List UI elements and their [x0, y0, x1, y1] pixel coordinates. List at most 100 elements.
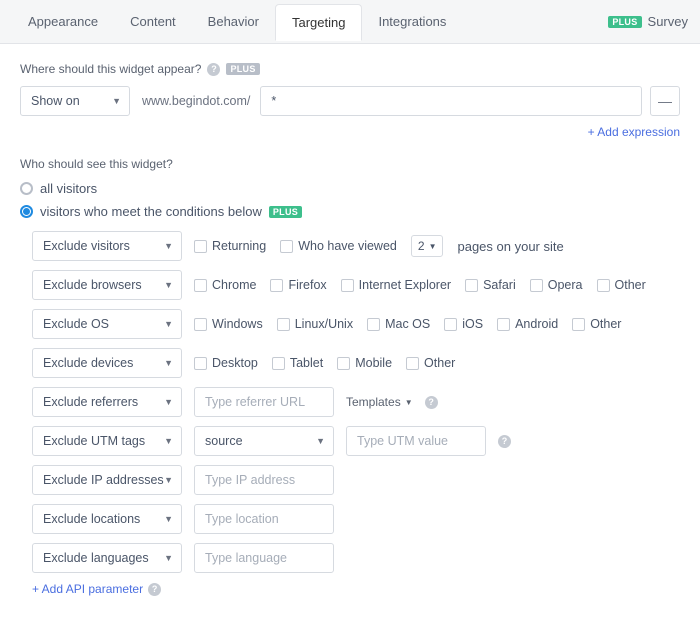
select-value: Exclude languages [43, 551, 149, 565]
check-label: Android [515, 317, 558, 331]
checkbox-icon [341, 279, 354, 292]
checkbox-icon [367, 318, 380, 331]
check-label: Internet Explorer [359, 278, 451, 292]
devices-checks: Desktop Tablet Mobile Other [194, 356, 455, 370]
radio-label: visitors who meet the conditions below [40, 204, 262, 219]
location-input[interactable] [194, 504, 334, 534]
check-desktop[interactable]: Desktop [194, 356, 258, 370]
chevron-down-icon: ▼ [164, 436, 173, 446]
tab-behavior[interactable]: Behavior [192, 4, 275, 39]
tab-targeting[interactable]: Targeting [275, 4, 362, 41]
check-windows[interactable]: Windows [194, 317, 263, 331]
check-label: Mobile [355, 356, 392, 370]
check-label: Desktop [212, 356, 258, 370]
utm-value-input[interactable] [346, 426, 486, 456]
add-api-parameter-link[interactable]: + Add API parameter [32, 582, 143, 596]
check-other[interactable]: Other [406, 356, 455, 370]
add-expression-link[interactable]: + Add expression [588, 125, 680, 139]
language-input[interactable] [194, 543, 334, 573]
languages-select[interactable]: Exclude languages▼ [32, 543, 182, 573]
help-icon[interactable]: ? [498, 435, 511, 448]
chevron-down-icon: ▼ [164, 241, 173, 251]
chevron-down-icon: ▼ [112, 96, 121, 106]
who-label: Who should see this widget? [20, 157, 680, 171]
checkbox-icon [194, 357, 207, 370]
show-on-select[interactable]: Show on ▼ [20, 86, 130, 116]
checkbox-icon [406, 357, 419, 370]
check-mobile[interactable]: Mobile [337, 356, 392, 370]
referrer-input[interactable] [194, 387, 334, 417]
tail-text: pages on your site [457, 239, 563, 254]
show-on-value: Show on [31, 94, 80, 108]
select-value: 2 [418, 239, 425, 253]
visitors-select[interactable]: Exclude visitors▼ [32, 231, 182, 261]
select-value: Exclude OS [43, 317, 109, 331]
check-label: Mac OS [385, 317, 430, 331]
page-count-select[interactable]: 2▼ [411, 235, 444, 257]
check-who-viewed[interactable]: Who have viewed [280, 239, 397, 253]
checkbox-icon [272, 357, 285, 370]
chevron-down-icon: ▼ [429, 242, 437, 251]
checkbox-icon [194, 279, 207, 292]
help-icon[interactable]: ? [207, 63, 220, 76]
check-tablet[interactable]: Tablet [272, 356, 323, 370]
checkbox-icon [270, 279, 283, 292]
check-other[interactable]: Other [572, 317, 621, 331]
tab-content[interactable]: Content [114, 4, 192, 39]
select-value: source [205, 434, 243, 448]
where-text: Where should this widget appear? [20, 62, 201, 76]
check-returning[interactable]: Returning [194, 239, 266, 253]
ip-input[interactable] [194, 465, 334, 495]
browsers-checks: Chrome Firefox Internet Explorer Safari … [194, 278, 646, 292]
where-label: Where should this widget appear? ? PLUS [20, 62, 680, 76]
check-firefox[interactable]: Firefox [270, 278, 326, 292]
url-prefix: www.begindot.com/ [138, 94, 252, 108]
ip-select[interactable]: Exclude IP addresses▼ [32, 465, 182, 495]
locations-select[interactable]: Exclude locations▼ [32, 504, 182, 534]
check-linux[interactable]: Linux/Unix [277, 317, 353, 331]
remove-expression-button[interactable]: — [650, 86, 680, 116]
check-chrome[interactable]: Chrome [194, 278, 256, 292]
check-label: Other [615, 278, 646, 292]
devices-select[interactable]: Exclude devices▼ [32, 348, 182, 378]
radio-conditional[interactable]: visitors who meet the conditions below P… [20, 204, 680, 219]
check-opera[interactable]: Opera [530, 278, 583, 292]
check-safari[interactable]: Safari [465, 278, 516, 292]
tab-appearance[interactable]: Appearance [12, 4, 114, 39]
checkbox-icon [277, 318, 290, 331]
check-label: Other [590, 317, 621, 331]
browsers-select[interactable]: Exclude browsers▼ [32, 270, 182, 300]
tab-integrations[interactable]: Integrations [362, 4, 462, 39]
survey-label: Survey [648, 14, 688, 29]
check-android[interactable]: Android [497, 317, 558, 331]
help-icon[interactable]: ? [148, 583, 161, 596]
checkbox-icon [337, 357, 350, 370]
chevron-down-icon: ▼ [164, 319, 173, 329]
check-label: Safari [483, 278, 516, 292]
utm-source-select[interactable]: source▼ [194, 426, 334, 456]
check-ios[interactable]: iOS [444, 317, 483, 331]
radio-all-visitors[interactable]: all visitors [20, 181, 680, 196]
check-ie[interactable]: Internet Explorer [341, 278, 451, 292]
check-label: Chrome [212, 278, 256, 292]
check-label: Returning [212, 239, 266, 253]
check-label: Firefox [288, 278, 326, 292]
chevron-down-icon: ▼ [164, 475, 173, 485]
checkbox-icon [530, 279, 543, 292]
referrers-select[interactable]: Exclude referrers ▼ [32, 387, 182, 417]
checkbox-icon [597, 279, 610, 292]
check-label: Windows [212, 317, 263, 331]
checkbox-icon [444, 318, 457, 331]
checkbox-icon [280, 240, 293, 253]
select-value: Exclude UTM tags [43, 434, 145, 448]
os-select[interactable]: Exclude OS ▼ [32, 309, 182, 339]
utm-select[interactable]: Exclude UTM tags ▼ [32, 426, 182, 456]
check-other[interactable]: Other [597, 278, 646, 292]
check-macos[interactable]: Mac OS [367, 317, 430, 331]
templates-dropdown[interactable]: Templates▼ [346, 395, 413, 409]
help-icon[interactable]: ? [425, 396, 438, 409]
chevron-down-icon: ▼ [164, 397, 173, 407]
select-value: Exclude referrers [43, 395, 138, 409]
url-pattern-input[interactable] [260, 86, 642, 116]
checkbox-icon [194, 318, 207, 331]
